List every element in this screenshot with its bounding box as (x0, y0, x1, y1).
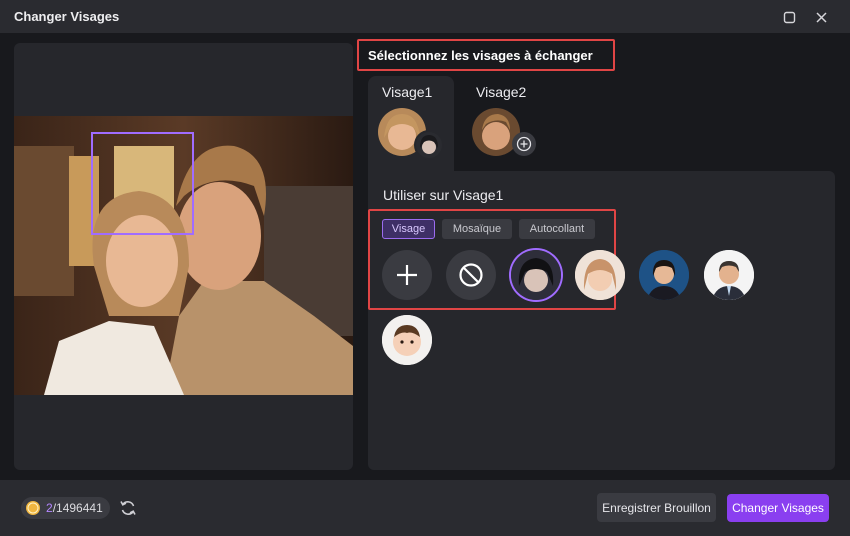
replacement-face-thumbnail (414, 130, 444, 160)
close-button[interactable] (810, 6, 832, 28)
add-replacement-face-button[interactable] (512, 132, 536, 156)
mode-chip-visage[interactable]: Visage (382, 219, 435, 239)
face-option-5[interactable] (382, 315, 432, 365)
face-option-4[interactable] (704, 250, 754, 300)
no-face-button[interactable] (446, 250, 496, 300)
face-option-2[interactable] (575, 250, 625, 300)
maximize-icon (783, 11, 795, 23)
refresh-credits-button[interactable] (118, 498, 138, 518)
window-title: Changer Visages (14, 9, 120, 24)
mode-chip-autocollant[interactable]: Autocollant (519, 219, 595, 239)
face-option-1[interactable] (511, 250, 561, 300)
maximize-button[interactable] (778, 6, 800, 28)
refresh-icon (120, 501, 136, 515)
plus-circle-icon (516, 136, 532, 152)
tab-visage1-label: Visage1 (382, 84, 433, 100)
face-option-3[interactable] (639, 250, 689, 300)
page-heading: Sélectionnez les visages à échanger (368, 48, 593, 63)
apply-to-label: Utiliser sur Visage1 (383, 187, 504, 203)
tab-visage2[interactable]: Visage2 (462, 76, 548, 171)
tab-visage1[interactable]: Visage1 (368, 76, 454, 171)
credits-total: /1496441 (52, 501, 103, 515)
credits-badge: 2 /1496441 (21, 497, 110, 519)
save-draft-button[interactable]: Enregistrer Brouillon (597, 493, 716, 522)
plus-icon (397, 265, 417, 285)
close-icon (815, 11, 827, 23)
swap-faces-button[interactable]: Changer Visages (727, 494, 829, 522)
tab-visage2-label: Visage2 (476, 84, 527, 100)
coin-icon (26, 501, 40, 515)
mode-chip-mosaique[interactable]: Mosaïque (442, 219, 512, 239)
title-bar (0, 0, 850, 33)
preview-panel (14, 43, 353, 470)
detected-face-box[interactable] (91, 132, 194, 235)
add-face-button[interactable] (382, 250, 432, 300)
credits-used: 2 (46, 501, 53, 515)
prohibited-icon (459, 263, 483, 287)
